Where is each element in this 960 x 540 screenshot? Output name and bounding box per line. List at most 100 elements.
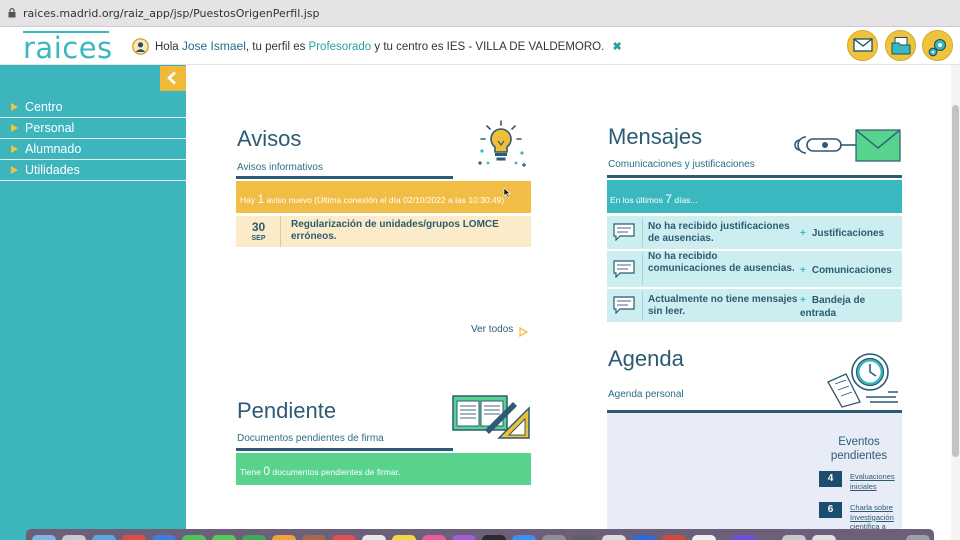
documents-button[interactable] (885, 30, 916, 61)
settings-button[interactable] (922, 30, 953, 61)
finder-icon[interactable] (32, 535, 56, 540)
plus-icon: + (800, 265, 806, 276)
bandeja-entrada-link[interactable]: + Bandeja de entrada (800, 294, 902, 320)
sidebar-item-utilidades[interactable]: Utilidades (0, 160, 186, 181)
chat-bubble-icon (613, 223, 635, 241)
comunicaciones-link[interactable]: + Comunicaciones (800, 264, 902, 277)
sidebar-item-personal[interactable]: Personal (0, 118, 186, 139)
messages-icon[interactable] (212, 535, 236, 540)
tv-icon[interactable] (482, 535, 506, 540)
lightbulb-icon (478, 120, 526, 167)
evento-count: 6 (819, 502, 842, 518)
pendiente-bar-suffix: documentos pendientes de firmar. (272, 467, 401, 477)
sidebar-item-centro[interactable]: Centro (0, 97, 186, 118)
clock-calendar-icon (827, 353, 898, 408)
user-avatar-icon (132, 38, 149, 55)
comunicaciones-link-label: Comunicaciones (811, 265, 892, 276)
app-icon[interactable] (732, 535, 756, 540)
app-store-icon[interactable] (512, 535, 536, 540)
sidebar-item-alumnado[interactable]: Alumnado (0, 139, 186, 160)
chrome-icon[interactable] (122, 535, 146, 540)
settings-icon (928, 38, 947, 57)
triangle-right-icon (11, 103, 18, 111)
evento-label[interactable]: Evaluaciones iniciales (850, 472, 905, 492)
screenshot-icon[interactable] (572, 535, 596, 540)
avisos-count: 1 (257, 192, 265, 206)
mail-icon (853, 38, 873, 52)
aviso-month: SEP (251, 235, 266, 242)
plus-icon: + (800, 228, 806, 239)
evento-row[interactable]: 6 Charla sobre Investigación científica … (819, 502, 905, 530)
browser-url-bar[interactable]: raices.madrid.org/raiz_app/jsp/PuestosOr… (0, 0, 960, 27)
music-icon[interactable] (422, 535, 446, 540)
evento-count: 4 (819, 471, 842, 487)
word-icon[interactable] (632, 535, 656, 540)
aviso-date: 30 SEP (236, 216, 281, 247)
reminders-icon[interactable] (362, 535, 386, 540)
triangle-right-icon (11, 145, 18, 153)
mensajes-summary-text: En los últimos 7 días... (610, 192, 698, 206)
avisos-title: Avisos (237, 126, 302, 151)
downloads-icon[interactable] (782, 535, 806, 540)
bandeja-link-label: Bandeja de entrada (800, 295, 866, 319)
notes-icon[interactable] (392, 535, 416, 540)
evento-label[interactable]: Charla sobre Investigación científica a (850, 503, 905, 530)
mensajes-title: Mensajes (608, 124, 703, 149)
row-separator (642, 291, 643, 320)
mail-button[interactable] (847, 30, 878, 61)
macos-dock (26, 529, 934, 540)
change-center-icon[interactable]: ✖ (613, 40, 622, 53)
play-arrow-icon[interactable] (519, 327, 528, 337)
facetime-icon[interactable] (182, 535, 206, 540)
user-greeting: Hola Jose Ismael, tu perfil es Profesora… (155, 39, 622, 53)
safari-icon[interactable] (92, 535, 116, 540)
collapse-sidebar-button[interactable] (160, 66, 186, 91)
photos-icon[interactable] (272, 535, 296, 540)
pendiente-summary-text: Tiene 0 documentos pendientes de firmar. (240, 464, 400, 478)
evento-row[interactable]: 4 Evaluaciones iniciales (819, 471, 903, 493)
url-text[interactable]: raices.madrid.org/raiz_app/jsp/PuestosOr… (23, 7, 320, 20)
ver-todos-link[interactable]: Ver todos (471, 324, 513, 335)
aviso-text[interactable]: Regularización de unidades/grupos LOMCE … (291, 219, 526, 243)
sidebar-item-label: Personal (25, 121, 75, 135)
agenda-subtitle: Agenda personal (608, 389, 684, 400)
maps-icon[interactable] (242, 535, 266, 540)
agenda-title: Agenda (608, 346, 684, 371)
aviso-item[interactable]: 30 SEP Regularización de unidades/grupos… (236, 216, 531, 247)
avisos-summary-bar: Hay 1 aviso nuevo (Última conexión el dí… (236, 181, 531, 213)
chat-bubble-icon (613, 296, 635, 314)
preview-icon[interactable] (602, 535, 626, 540)
center-text: y tu centro es (374, 41, 444, 53)
mensajes-row-text: No ha recibido justificaciones de ausenc… (648, 221, 790, 244)
scrollbar-thumb[interactable] (952, 105, 959, 457)
center-name: IES - VILLA DE VALDEMORO. (446, 41, 605, 53)
mensajes-row-text: No ha recibido comunicaciones de ausenci… (648, 251, 795, 274)
launchpad-icon[interactable] (62, 535, 86, 540)
powerpoint-icon[interactable] (662, 535, 686, 540)
system-preferences-icon[interactable] (542, 535, 566, 540)
logo-text: raices (23, 31, 113, 65)
mail-app-icon[interactable] (152, 535, 176, 540)
mensajes-days: 7 (665, 192, 672, 206)
document-icon[interactable] (692, 535, 716, 540)
justificaciones-link[interactable]: + Justificaciones (800, 227, 902, 240)
raices-logo[interactable]: raices (23, 27, 113, 65)
aviso-day: 30 (251, 220, 266, 234)
file-icon[interactable] (812, 535, 836, 540)
calendar-icon[interactable] (332, 535, 356, 540)
trash-icon[interactable] (906, 535, 930, 540)
vertical-scrollbar[interactable] (951, 65, 960, 540)
sidebar-item-label: Utilidades (25, 163, 80, 177)
contacts-icon[interactable] (302, 535, 326, 540)
mensajes-row-text: Actualmente no tiene mensajes sin leer. (648, 294, 798, 317)
pendiente-bar-prefix: Tiene (240, 467, 261, 477)
pendiente-rule (236, 448, 453, 451)
mensajes-bar-suffix: días... (674, 195, 698, 205)
podcasts-icon[interactable] (452, 535, 476, 540)
pendiente-count: 0 (263, 464, 271, 478)
message-envelope-icon (794, 129, 901, 162)
sidebar: Centro Personal Alumnado Utilidades (0, 65, 186, 540)
documents-sign-icon (452, 395, 530, 439)
mensajes-subtitle: Comunicaciones y justificaciones (608, 159, 755, 170)
mensajes-row-justificaciones: No ha recibido justificaciones de ausenc… (607, 216, 902, 249)
